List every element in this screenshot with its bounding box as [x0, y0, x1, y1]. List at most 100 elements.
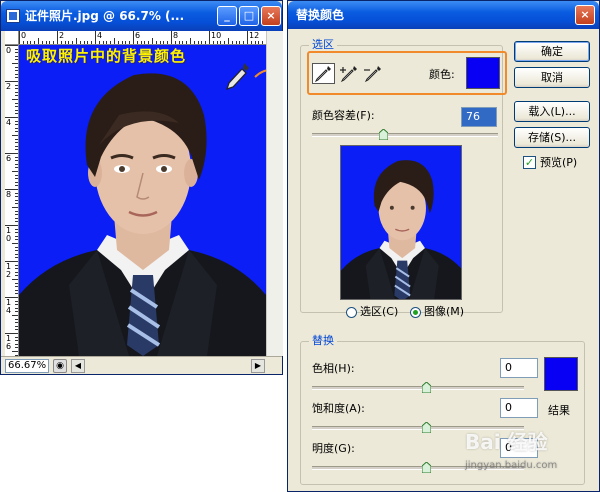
document-icon: [6, 9, 20, 23]
fuzziness-slider[interactable]: [312, 133, 498, 137]
ruler-tick: [15, 106, 18, 108]
radio-image[interactable]: [410, 307, 421, 318]
hue-slider[interactable]: [312, 386, 524, 390]
fuzziness-slider-thumb[interactable]: [378, 129, 388, 140]
ruler-tick: [15, 91, 18, 93]
saturation-slider-thumb[interactable]: [422, 422, 431, 433]
saturation-input[interactable]: 0: [500, 398, 538, 418]
ruler-tick: [231, 41, 233, 44]
ruler-tick: [98, 41, 100, 44]
navigator-icon[interactable]: ◉: [53, 359, 67, 373]
ruler-tick: [15, 253, 18, 255]
selection-group-label: 选区: [309, 38, 337, 52]
ruler-tick: [190, 38, 191, 44]
ruler-tick: [15, 343, 18, 345]
ruler-tick: [152, 38, 153, 44]
replace-group-label: 替换: [309, 334, 337, 348]
ruler-label: 0: [21, 31, 27, 40]
ruler-tick: [224, 41, 226, 44]
vertical-ruler: 0 2 4 6 8 10 12 14 16: [5, 45, 19, 356]
ruler-tick: [15, 217, 18, 219]
photo-canvas[interactable]: [19, 45, 266, 356]
ruler-tick: [15, 336, 18, 338]
saturation-slider[interactable]: [312, 426, 524, 430]
ruler-tick: [15, 257, 18, 259]
ruler-tick: [15, 160, 18, 162]
ruler-tick: [15, 271, 18, 273]
ruler-tick: [155, 41, 157, 44]
lightness-slider[interactable]: [312, 466, 524, 470]
ruler-tick: [133, 31, 134, 44]
ruler-tick: [15, 286, 18, 288]
load-button[interactable]: 载入(L)...: [514, 101, 590, 122]
eyedropper-plus-tool[interactable]: [338, 63, 361, 84]
ruler-tick: [15, 340, 18, 342]
preview-photo: [341, 160, 461, 299]
dialog-title: 替换颜色: [296, 8, 345, 22]
ruler-tick: [15, 174, 18, 176]
ruler-tick: [163, 41, 165, 44]
dialog-close-button[interactable]: ×: [575, 5, 595, 25]
ruler-tick: [247, 31, 248, 44]
ruler-tick: [110, 41, 112, 44]
result-color-swatch[interactable]: [544, 357, 578, 391]
ruler-tick: [167, 41, 169, 44]
ruler-tick: [15, 59, 18, 61]
lightness-label: 明度(G):: [312, 442, 355, 455]
fuzziness-input[interactable]: 76: [461, 107, 497, 127]
ruler-tick: [53, 41, 55, 44]
ruler-tick: [129, 41, 131, 44]
ruler-tick: [15, 138, 18, 140]
ruler-tick: [15, 66, 18, 68]
ruler-tick: [72, 41, 74, 44]
vertical-scrollbar[interactable]: [266, 31, 283, 356]
dialog-titlebar[interactable]: 替换颜色: [288, 1, 599, 29]
ruler-tick: [15, 145, 18, 147]
ruler-tick: [15, 214, 18, 216]
ruler-tick: [15, 167, 18, 169]
ruler-tick: [102, 41, 104, 44]
ruler-tick: [15, 70, 18, 72]
ruler-tick: [60, 41, 62, 44]
eyedropper-minus-tool[interactable]: [362, 63, 385, 84]
ruler-tick: [216, 41, 218, 44]
ruler-label: 14: [6, 298, 12, 315]
preview-checkbox[interactable]: ✓: [523, 156, 536, 169]
scroll-right-icon[interactable]: ▶: [251, 359, 265, 373]
zoom-field[interactable]: 66.67%: [5, 359, 49, 373]
radio-selection[interactable]: [346, 307, 357, 318]
maximize-button[interactable]: □: [239, 6, 259, 26]
ruler-tick: [15, 142, 18, 144]
ok-button[interactable]: 确定: [514, 41, 590, 62]
ruler-tick: [15, 203, 18, 205]
ruler-label: 4: [97, 31, 103, 40]
ruler-tick: [15, 120, 18, 122]
ruler-tick: [15, 307, 18, 309]
radio-selection-label: 选区(C): [360, 305, 399, 318]
save-button[interactable]: 存储(S)...: [514, 127, 590, 148]
ruler-tick: [15, 88, 18, 90]
ruler-label: 8: [173, 31, 179, 40]
lightness-slider-thumb[interactable]: [422, 462, 431, 473]
ruler-corner: [5, 31, 19, 45]
hue-slider-thumb[interactable]: [422, 382, 431, 393]
ruler-tick: [22, 41, 24, 44]
eyedropper-icon: [314, 66, 331, 83]
cancel-button[interactable]: 取消: [514, 67, 590, 88]
ruler-tick: [15, 232, 18, 234]
ruler-tick: [212, 41, 214, 44]
hue-input[interactable]: 0: [500, 358, 538, 378]
ruler-tick: [15, 268, 18, 270]
ruler-tick: [15, 293, 18, 295]
ruler-tick: [91, 41, 93, 44]
ruler-label: 12: [249, 31, 260, 40]
ruler-tick: [12, 63, 18, 64]
ruler-tick: [15, 347, 18, 349]
close-button[interactable]: ×: [261, 6, 281, 26]
minimize-button[interactable]: _: [217, 6, 237, 26]
selected-color-swatch[interactable]: [466, 57, 500, 89]
lightness-input[interactable]: 0: [500, 438, 538, 458]
ruler-tick: [15, 289, 18, 291]
scroll-left-icon[interactable]: ◀: [71, 359, 85, 373]
eyedropper-tool[interactable]: [312, 63, 335, 84]
